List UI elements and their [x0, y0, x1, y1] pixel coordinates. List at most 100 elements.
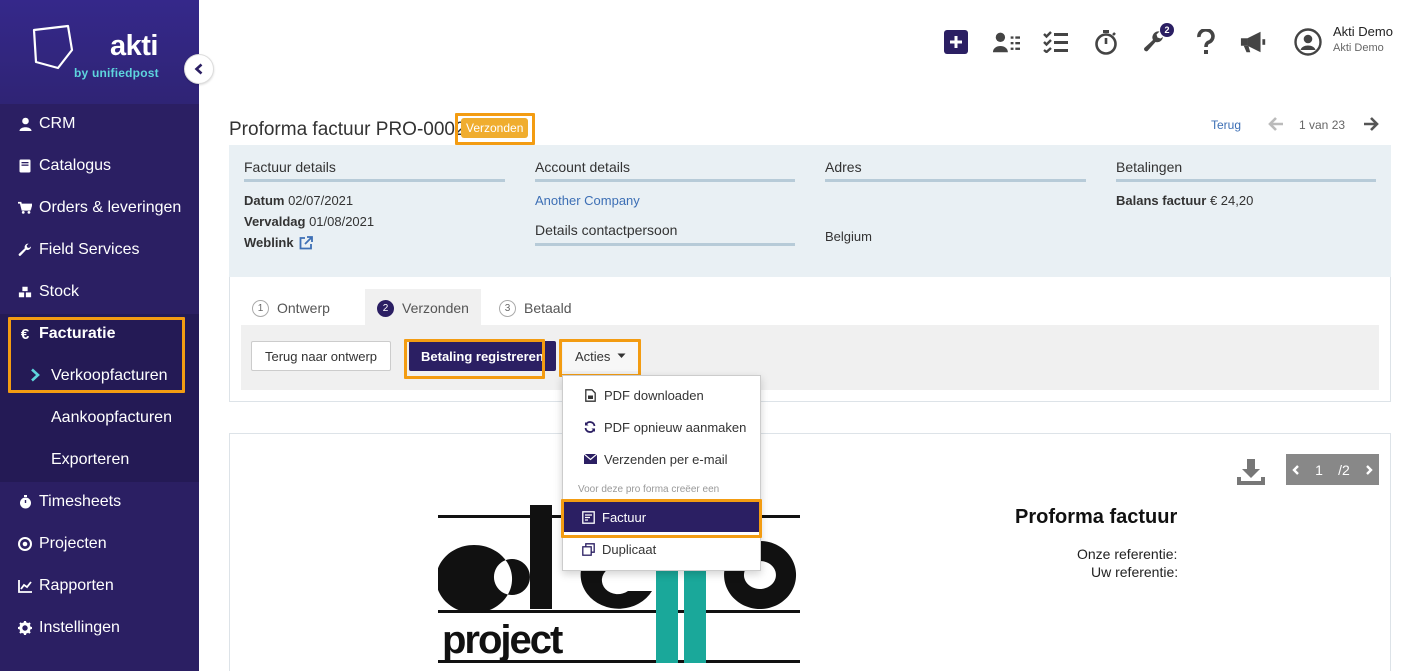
vervaldag-row: Vervaldag 01/08/2021 [244, 214, 505, 229]
register-payment-button[interactable]: Betaling registreren [409, 341, 556, 371]
cubes-icon [18, 285, 32, 299]
sidebar-item-catalogus[interactable]: Catalogus [0, 145, 199, 187]
contact-details-header: Details contactpersoon [535, 208, 795, 246]
question-icon [1197, 29, 1215, 54]
brand-name: akti [110, 30, 158, 62]
menu-section-header: Voor deze pro forma creëer een [578, 484, 720, 495]
sidebar-item-stock[interactable]: Stock [0, 271, 199, 313]
menu-item-pdf-download[interactable]: PDF downloaden [563, 380, 760, 410]
pager-next-button[interactable] [1363, 116, 1379, 135]
sidebar-item-facturatie[interactable]: € Facturatie [0, 313, 199, 355]
payments-header: Betalingen [1116, 145, 1376, 182]
sidebar-item-projecten[interactable]: Projecten [0, 523, 199, 565]
actions-dropdown-menu: PDF downloaden PDF opnieuw aanmaken Verz… [562, 375, 761, 571]
megaphone-icon [1240, 31, 1266, 53]
menu-item-label: Verzenden per e-mail [604, 451, 728, 467]
download-button[interactable] [1236, 457, 1266, 490]
chevron-right-icon[interactable] [1365, 464, 1373, 475]
sidebar-sub-aankoopfacturen[interactable]: Aankoopfacturen [0, 397, 199, 439]
sidebar-item-orders[interactable]: Orders & leveringen [0, 187, 199, 229]
sidebar-item-instellingen[interactable]: Instellingen [0, 607, 199, 649]
vervaldag-value: 01/08/2021 [309, 214, 375, 229]
plus-icon [944, 30, 968, 54]
datum-value: 02/07/2021 [288, 193, 354, 208]
user-avatar-icon [1294, 28, 1322, 56]
external-link-icon[interactable] [299, 235, 313, 250]
pager-text: 1 van 23 [1299, 118, 1346, 132]
sidebar-item-rapporten[interactable]: Rapporten [0, 565, 199, 607]
balance-row: Balans factuur € 24,20 [1116, 193, 1376, 208]
checklist-icon [1043, 31, 1068, 53]
actions-dropdown-button[interactable]: Acties [563, 341, 639, 371]
weblink-label: Weblink [244, 235, 294, 250]
menu-item-label: Duplicaat [602, 541, 657, 557]
datum-label: Datum [244, 193, 285, 208]
sidebar-item-label: Rapporten [39, 577, 114, 594]
pager-prev-button[interactable] [1268, 116, 1284, 135]
help-button[interactable] [1192, 28, 1220, 56]
account-details: Account details Another Company Details … [535, 145, 795, 246]
sidebar-item-label: Timesheets [39, 493, 122, 510]
sidebar-item-label: Stock [39, 283, 80, 300]
contacts-list-icon [992, 32, 1020, 53]
sidebar-sub-verkoopfacturen[interactable]: Verkoopfacturen [0, 355, 199, 397]
target-icon [18, 537, 32, 551]
menu-item-create-invoice[interactable]: Factuur [563, 502, 760, 532]
announcements-button[interactable] [1240, 28, 1268, 56]
sidebar-item-timesheets[interactable]: Timesheets [0, 481, 199, 523]
envelope-icon [583, 454, 597, 464]
account-details-header: Account details [535, 145, 795, 182]
sidebar-item-label: Instellingen [39, 619, 120, 636]
weblink-row[interactable]: Weblink [244, 235, 505, 250]
logo-text: project [442, 618, 563, 662]
arrow-left-icon [1268, 117, 1283, 131]
user-menu-button[interactable] [1294, 28, 1322, 56]
brand-logo[interactable]: akti by unifiedpost [0, 0, 199, 104]
datum-row: Datum 02/07/2021 [244, 193, 505, 208]
contacts-button[interactable] [992, 28, 1020, 56]
add-button[interactable] [942, 28, 970, 56]
back-link[interactable]: Terug [1211, 118, 1241, 132]
tab-verzonden[interactable]: 2 Verzonden [365, 289, 481, 327]
menu-item-duplicate[interactable]: Duplicaat [563, 534, 760, 564]
tab-label: Ontwerp [277, 300, 330, 316]
vervaldag-label: Vervaldag [244, 214, 306, 229]
menu-item-pdf-regenerate[interactable]: PDF opnieuw aanmaken [563, 412, 760, 442]
back-to-draft-button[interactable]: Terug naar ontwerp [251, 341, 392, 371]
balance-value: € 24,20 [1209, 193, 1254, 208]
tab-label: Betaald [524, 300, 572, 316]
menu-item-label: PDF opnieuw aanmaken [604, 419, 747, 435]
timer-button[interactable] [1092, 28, 1120, 56]
tab-ontwerp[interactable]: 1 Ontwerp [252, 289, 330, 327]
sidebar: akti by unifiedpost CRM Catalogus Orders… [0, 0, 199, 671]
address-header: Adres [825, 145, 1086, 182]
pdf-icon [583, 388, 597, 402]
sidebar-item-crm[interactable]: CRM [0, 103, 199, 145]
download-icon [1237, 459, 1265, 485]
tasks-button[interactable] [1042, 28, 1070, 56]
action-bar: Terug naar ontwerp Betaling registreren … [241, 325, 1379, 390]
book-icon [18, 159, 32, 173]
collapse-sidebar-button[interactable] [184, 54, 214, 84]
menu-item-send-email[interactable]: Verzenden per e-mail [563, 444, 760, 474]
sidebar-item-label: Catalogus [39, 157, 112, 174]
tools-badge: 2 [1160, 23, 1174, 37]
account-company-link[interactable]: Another Company [535, 193, 795, 208]
user-name[interactable]: Akti Demo [1333, 24, 1393, 39]
document-page-current[interactable]: 1 [1315, 462, 1323, 478]
document-ref-yours: Uw referentie: [1091, 564, 1179, 580]
sidebar-item-field-services[interactable]: Field Services [0, 229, 199, 271]
stopwatch-icon [18, 495, 32, 509]
sidebar-item-label: Projecten [39, 535, 107, 552]
sidebar-item-label: Orders & leveringen [39, 199, 182, 216]
step-number: 1 [252, 299, 269, 317]
sidebar-sub-exporteren[interactable]: Exporteren [0, 439, 199, 481]
step-number: 3 [499, 299, 516, 317]
chevron-left-icon[interactable] [1292, 464, 1300, 475]
invoice-icon [581, 510, 595, 524]
cart-icon [18, 201, 32, 215]
tab-betaald[interactable]: 3 Betaald [499, 289, 571, 327]
chevron-right-icon [30, 368, 40, 387]
details-panel: Factuur details Datum 02/07/2021 Vervald… [229, 145, 1391, 277]
wrench-icon [18, 243, 32, 257]
